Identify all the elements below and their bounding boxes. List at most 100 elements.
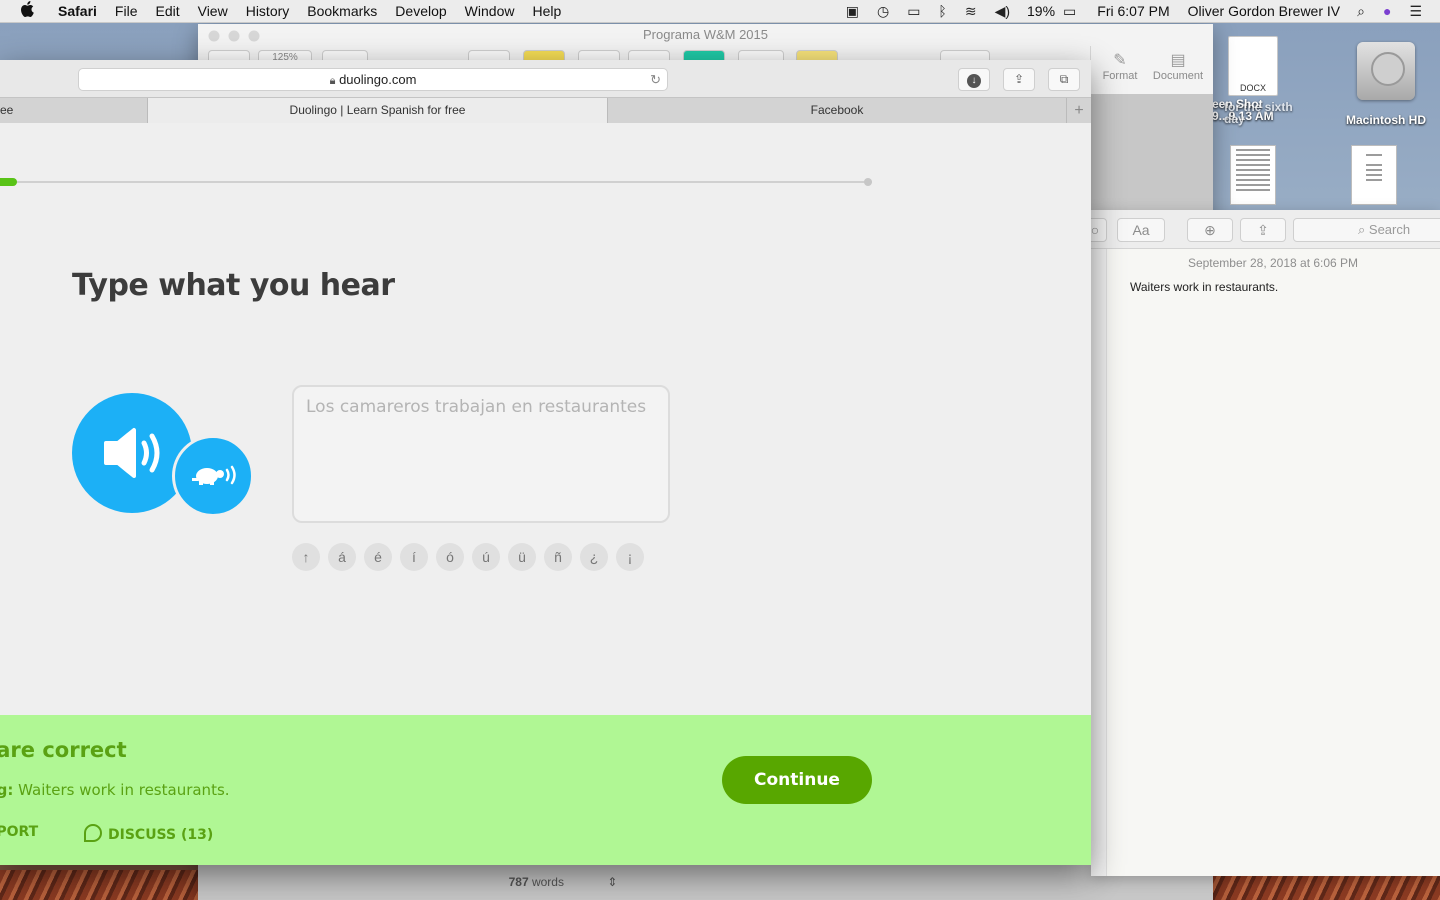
menu-file[interactable]: File	[115, 3, 138, 19]
menu-edit[interactable]: Edit	[155, 3, 179, 19]
screen-recorder-icon[interactable]: ▣	[846, 3, 859, 20]
char-n-tilde-button[interactable]: ñ	[544, 543, 572, 571]
menu-bar: Safari File Edit View History Bookmarks …	[0, 0, 1440, 23]
menu-user[interactable]: Oliver Gordon Brewer IV	[1188, 3, 1341, 19]
wifi-icon[interactable]: ≋	[965, 3, 977, 20]
tab-previous[interactable]: ee	[0, 98, 148, 123]
download-icon: ↓	[967, 74, 981, 88]
menu-help[interactable]: Help	[532, 3, 561, 19]
duolingo-page: Type what you hear Los camareros trabaja…	[0, 123, 1091, 865]
apple-menu-icon[interactable]	[20, 1, 38, 21]
document-icon: ▤	[1170, 52, 1186, 69]
lock-icon: 🔒︎	[329, 75, 336, 87]
char-o-acute-button[interactable]: ó	[436, 543, 464, 571]
word-count-value: 787	[508, 875, 529, 889]
answer-input[interactable]: Los camareros trabajan en restaurantes	[292, 385, 670, 523]
char-i-acute-button[interactable]: í	[400, 543, 428, 571]
lesson-progress-fill	[0, 178, 18, 186]
address-bar-url: duolingo.com	[339, 72, 417, 87]
downloads-button[interactable]: ↓	[958, 68, 990, 91]
pages-format-button[interactable]: ✎ Format	[1091, 50, 1149, 82]
tab-facebook[interactable]: Facebook	[608, 98, 1067, 123]
play-audio-button[interactable]	[72, 393, 192, 513]
char-u-acute-button[interactable]: ú	[472, 543, 500, 571]
volume-icon[interactable]: ◀)	[995, 3, 1010, 20]
share-button[interactable]: ⇪	[1003, 68, 1035, 91]
desktop-wallpaper-rooftops	[0, 870, 200, 900]
airplay-icon[interactable]: ▭	[907, 3, 920, 20]
notes-window: ○ Aa ⊕ ⇪ ⌕ Search September 28, 2018 at …	[1083, 210, 1440, 876]
battery-percentage[interactable]: 19%	[1027, 3, 1055, 19]
hard-drive-label[interactable]: Macintosh HD	[1336, 113, 1436, 127]
char-shift-button[interactable]: ↑	[292, 543, 320, 571]
search-placeholder: Search	[1368, 222, 1411, 237]
safari-window: 🔒︎ duolingo.com ↻ ↓ ⇪ ⧉ ee Duolingo | Le…	[0, 60, 1091, 865]
search-icon: ⌕	[1358, 222, 1366, 237]
word-count-stepper-icon: ⇕	[607, 875, 618, 889]
menu-clock[interactable]: Fri 6:07 PM	[1097, 3, 1169, 19]
char-e-acute-button[interactable]: é	[364, 543, 392, 571]
menu-window[interactable]: Window	[465, 3, 515, 19]
notification-center-icon[interactable]: ☰	[1409, 3, 1422, 20]
address-bar[interactable]: 🔒︎ duolingo.com ↻	[78, 68, 668, 91]
tab-duolingo[interactable]: Duolingo | Learn Spanish for free	[148, 98, 608, 123]
discuss-link[interactable]: DISCUSS (13)	[84, 824, 213, 843]
hard-drive-icon[interactable]	[1357, 42, 1415, 100]
document-thumbnail[interactable]	[1230, 145, 1276, 205]
speaker-icon	[104, 428, 160, 478]
format-label: Format	[1102, 70, 1138, 82]
feedback-footer: u are correct aning: Waiters work in res…	[0, 715, 1091, 865]
word-count-control[interactable]: 787 words ⇕	[488, 872, 638, 892]
notes-share-button[interactable]: ⇪	[1240, 218, 1286, 242]
char-inverted-exclamation-button[interactable]: ¡	[616, 543, 644, 571]
lesson-progress-bar	[0, 178, 872, 186]
notes-font-button[interactable]: Aa	[1117, 218, 1165, 242]
word-count-label: words	[531, 875, 564, 889]
meaning-line: aning: Waiters work in restaurants.	[0, 781, 230, 799]
menu-app-safari[interactable]: Safari	[58, 3, 97, 19]
turtle-icon	[192, 465, 236, 485]
char-a-acute-button[interactable]: á	[328, 543, 356, 571]
result-message: u are correct	[0, 738, 127, 762]
menu-bookmarks[interactable]: Bookmarks	[307, 3, 377, 19]
pages-document-button[interactable]: ▤ Document	[1149, 50, 1207, 82]
tab-bar: ee Duolingo | Learn Spanish for free Fac…	[0, 97, 1091, 124]
meaning-label: aning:	[0, 781, 14, 799]
notes-toolbar: ○ Aa ⊕ ⇪ ⌕ Search	[1083, 210, 1440, 249]
discuss-label: DISCUSS (13)	[108, 827, 214, 843]
document-thumbnail[interactable]	[1351, 145, 1397, 205]
paintbrush-icon: ✎	[1113, 52, 1127, 69]
notes-add-people-button[interactable]: ⊕	[1187, 218, 1233, 242]
notes-list-column[interactable]	[1091, 249, 1107, 876]
notes-search-field[interactable]: ⌕ Search	[1293, 218, 1440, 242]
docx-file-icon[interactable]: DOCX	[1228, 36, 1278, 96]
lesson-progress-end	[864, 178, 872, 186]
show-tabs-button[interactable]: ⧉	[1048, 68, 1080, 91]
menu-history[interactable]: History	[246, 3, 290, 19]
reload-icon[interactable]: ↻	[650, 69, 661, 90]
battery-icon[interactable]: ▭	[1063, 3, 1076, 20]
char-u-umlaut-button[interactable]: ü	[508, 543, 536, 571]
report-link[interactable]: REPORT	[0, 824, 38, 840]
continue-button[interactable]: Continue	[722, 756, 872, 804]
screenshot-file-label[interactable]: for the sixth day een Shot 9...9.13 AM	[1212, 98, 1304, 126]
pages-inspector-toggle: ✎ Format ▤ Document	[1090, 46, 1213, 94]
screenshot-overlay-text: for the sixth day	[1224, 100, 1293, 126]
new-tab-button[interactable]: +	[1067, 98, 1091, 123]
pages-window-title[interactable]: Programa W&M 2015	[198, 27, 1213, 42]
spotlight-search-icon[interactable]: ⌕	[1357, 3, 1365, 20]
note-date: September 28, 2018 at 6:06 PM	[1187, 256, 1359, 270]
tabs-overview-icon: ⧉	[1059, 72, 1069, 86]
special-characters: ↑ á é í ó ú ü ñ ¿ ¡	[292, 543, 652, 571]
note-body-text[interactable]: Waiters work in restaurants.	[1130, 280, 1278, 294]
menu-view[interactable]: View	[198, 3, 228, 19]
bluetooth-icon[interactable]: ᛒ	[938, 3, 946, 19]
char-inverted-question-button[interactable]: ¿	[580, 543, 608, 571]
menu-develop[interactable]: Develop	[395, 3, 446, 19]
play-slow-audio-button[interactable]	[172, 435, 254, 517]
time-machine-icon[interactable]: ◷	[877, 3, 889, 20]
share-icon: ⇪	[1013, 72, 1025, 86]
docx-label: DOCX	[1239, 83, 1266, 93]
siri-icon[interactable]: ●	[1383, 3, 1391, 19]
meaning-text: Waiters work in restaurants.	[18, 781, 230, 799]
